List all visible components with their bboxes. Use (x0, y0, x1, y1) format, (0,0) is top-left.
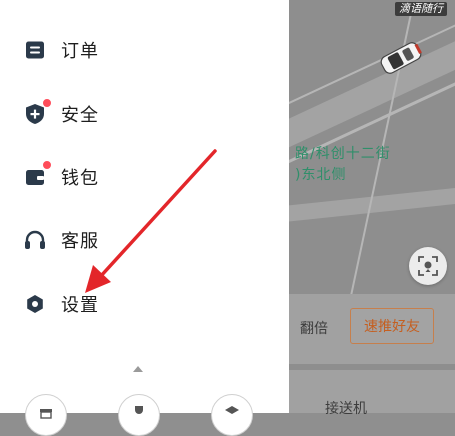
bottom-shortcut-button[interactable] (25, 394, 67, 436)
graduation-cap-icon (225, 406, 239, 414)
menu-item-label: 钱包 (61, 168, 99, 189)
notification-dot (42, 160, 52, 170)
map-street-label: )东北侧 (295, 167, 347, 183)
menu-item-label: 安全 (61, 105, 99, 126)
bottom-shortcut-button[interactable] (211, 394, 253, 436)
expand-arrow-icon[interactable] (133, 366, 143, 372)
order-list-icon (24, 39, 46, 61)
wallet-icon (24, 160, 52, 188)
menu-item-label: 订单 (61, 41, 99, 62)
gear-icon (24, 293, 46, 315)
locate-icon (418, 256, 438, 276)
headset-icon (24, 229, 46, 251)
menu-item-label: 设置 (61, 295, 99, 316)
menu-item-customer-service[interactable]: 客服 (24, 224, 99, 256)
locate-button[interactable] (409, 247, 447, 285)
menu-item-label: 客服 (61, 231, 99, 252)
menu-item-wallet[interactable]: 钱包 (24, 160, 99, 193)
airport-transfer-tab[interactable]: 接送机 (325, 398, 367, 418)
menu-item-security[interactable]: 安全 (24, 98, 99, 130)
map-street-label: 路/科创十二街 (295, 146, 391, 162)
menu-item-settings[interactable]: 设置 (24, 288, 99, 320)
gift-icon (40, 409, 52, 419)
trophy-icon (135, 406, 143, 414)
shield-plus-icon (24, 98, 52, 125)
side-drawer: 订单 安全 钱包 客服 设置 (0, 0, 289, 436)
share-card-text: 翻倍 (300, 321, 328, 337)
menu-item-orders[interactable]: 订单 (24, 34, 99, 66)
car-icon (380, 42, 422, 74)
service-tab-card[interactable]: 接送机 (289, 370, 455, 417)
bottom-shortcut-button[interactable] (118, 394, 160, 436)
recommend-friend-button[interactable]: 速推好友 (350, 308, 434, 344)
map-watermark: 滴语随行 (395, 2, 447, 16)
notification-dot (42, 98, 52, 108)
share-card: 翻倍 速推好友 (289, 294, 455, 364)
